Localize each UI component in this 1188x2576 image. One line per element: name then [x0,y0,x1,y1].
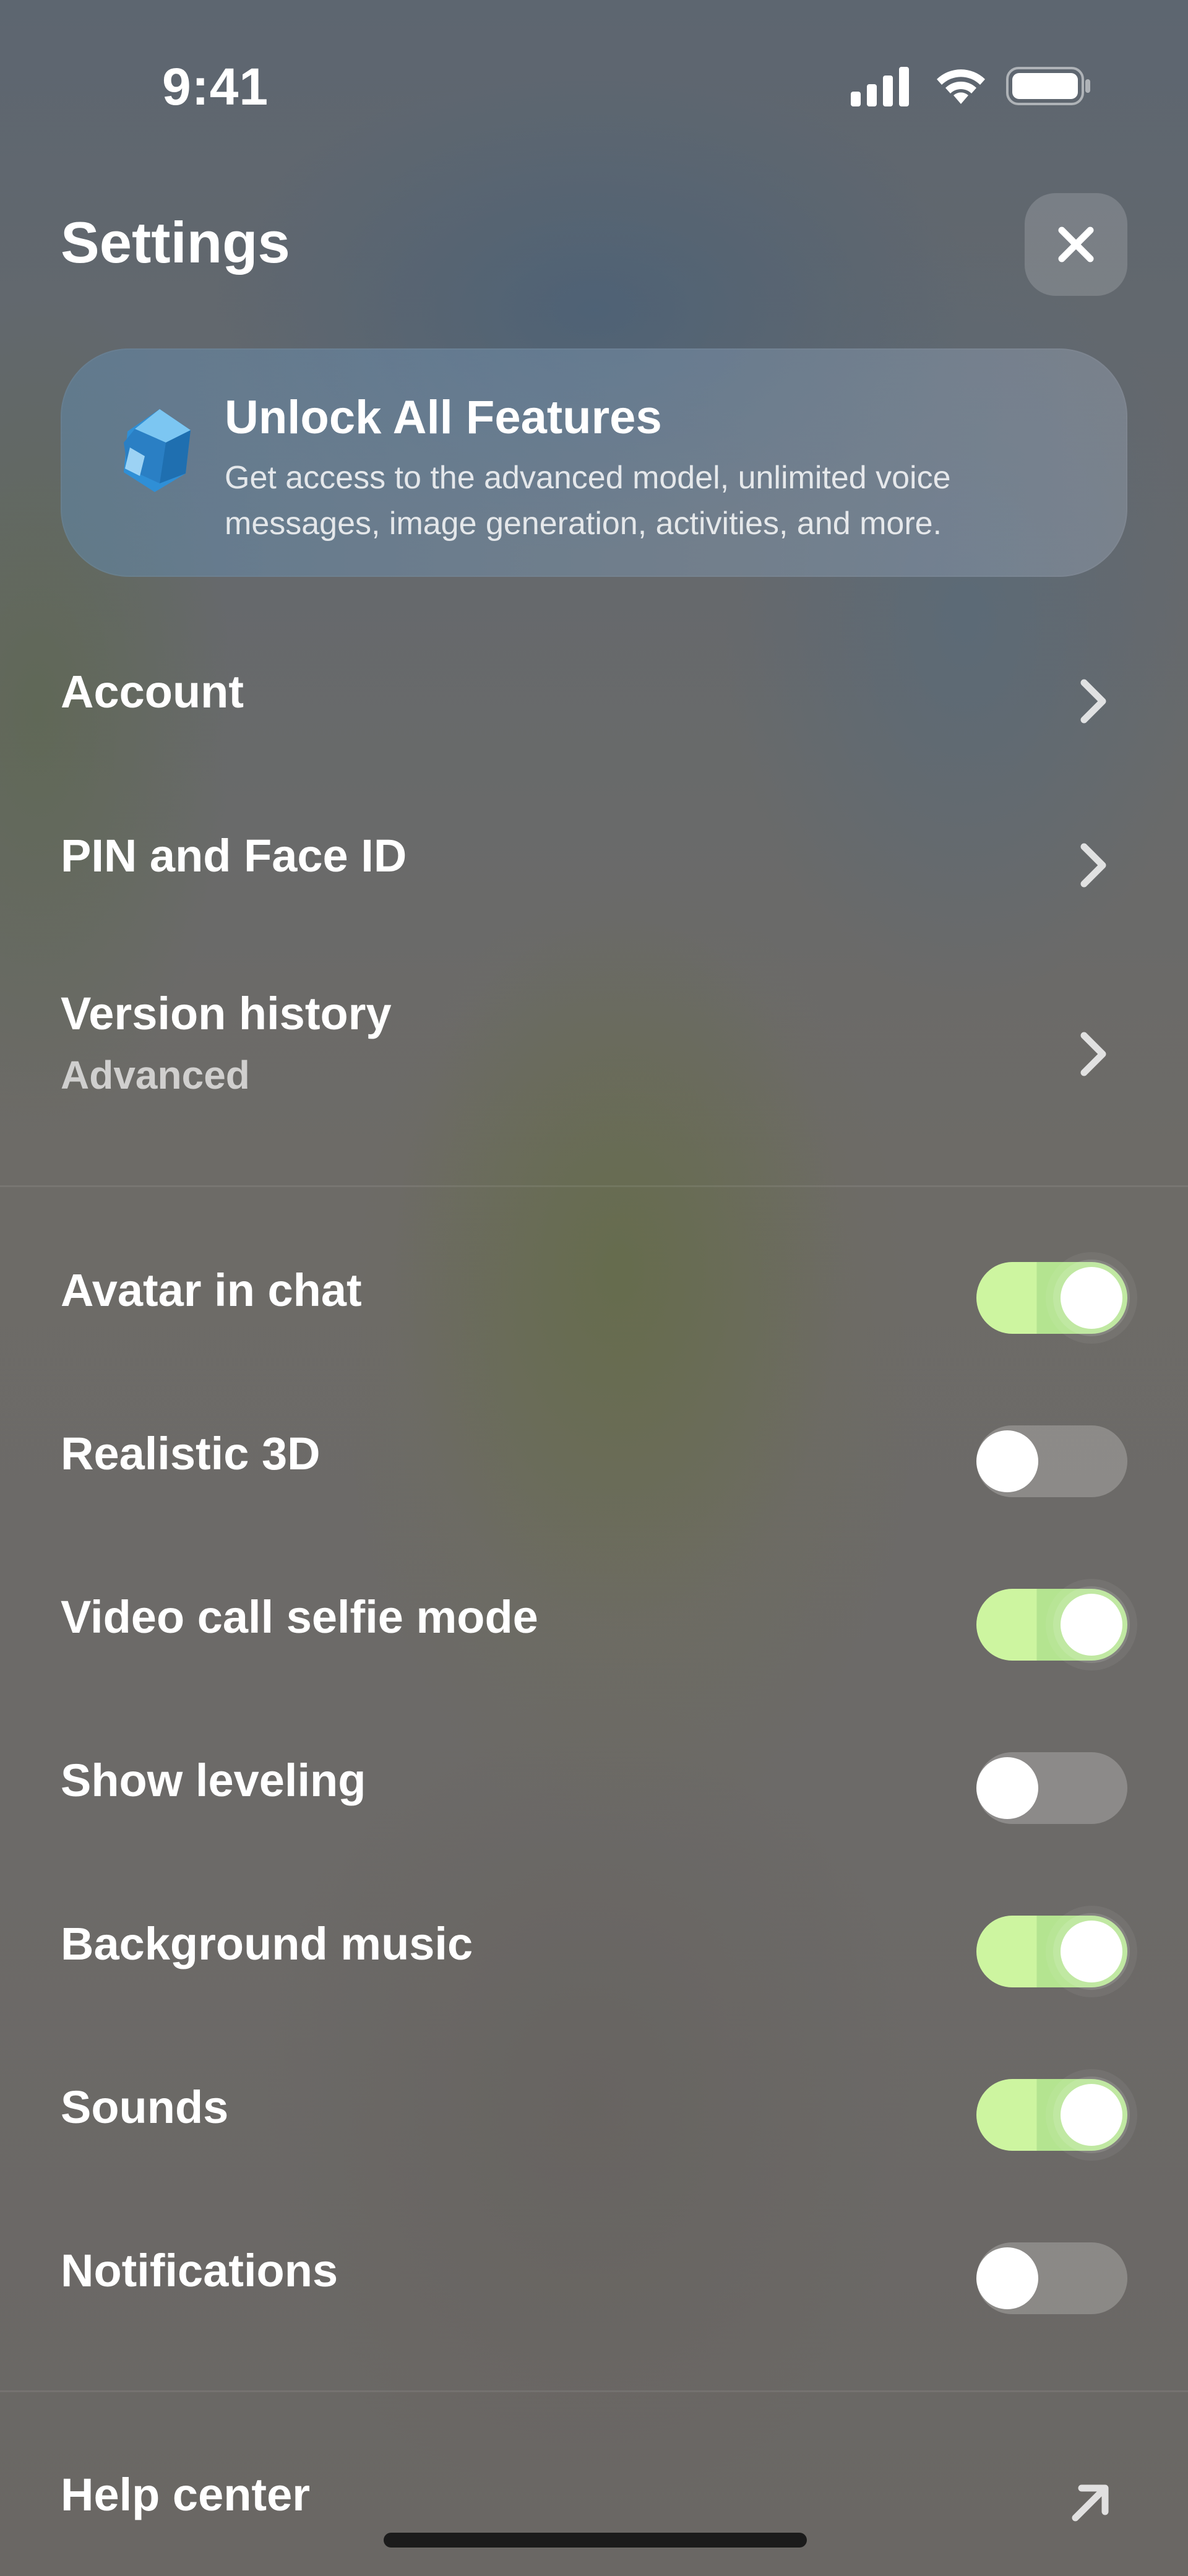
toggle-label: Sounds [61,2081,229,2133]
gem-icon [124,409,191,492]
nav-item-version-history[interactable]: Version history Advanced [0,975,1188,1111]
video-call-selfie-toggle[interactable] [976,1589,1127,1661]
nav-item-label: Account [61,666,244,717]
toggle-knob [1061,1267,1122,1329]
toggle-knob [976,1757,1038,1819]
chevron-right-icon [1080,1032,1106,1076]
toggle-knob [976,1430,1038,1492]
toggle-row-notifications: Notifications [0,2229,1188,2328]
status-bar: 9:41 [0,0,1188,155]
nav-item-sublabel: Advanced [61,1053,250,1097]
toggle-knob [1061,2084,1122,2146]
toggle-label: Background music [61,1918,473,1969]
toggle-row-video-call-selfie: Video call selfie mode [0,1575,1188,1674]
toggle-label: Show leveling [61,1755,366,1806]
toggle-label: Video call selfie mode [61,1591,538,1643]
toggle-knob [1061,1594,1122,1656]
unlock-features-card[interactable]: Unlock All Features Get access to the ad… [61,348,1127,577]
home-indicator [384,2533,807,2548]
background-music-toggle[interactable] [976,1916,1127,1987]
toggle-knob [976,2247,1038,2309]
sounds-toggle[interactable] [976,2079,1127,2151]
nav-item-account[interactable]: Account [0,653,1188,752]
nav-item-label: Version history [61,988,392,1039]
show-leveling-toggle[interactable] [976,1752,1127,1824]
toggle-row-sounds: Sounds [0,2065,1188,2164]
nav-item-label: PIN and Face ID [61,830,407,881]
avatar-in-chat-toggle[interactable] [976,1262,1127,1334]
arrow-up-right-icon [1072,2484,1109,2522]
toggle-row-show-leveling: Show leveling [0,1739,1188,1838]
promo-description: Get access to the advanced model, unlimi… [225,460,951,542]
chevron-right-icon [1080,679,1106,724]
chevron-right-icon [1080,843,1106,888]
help-center-link[interactable]: Help center [0,2451,1188,2544]
toggle-label: Avatar in chat [61,1264,362,1316]
settings-screen: 9:41 Settings Unlock All Features Get ac… [0,0,1188,2576]
help-center-label: Help center [61,2469,311,2520]
signal-icon [851,67,909,106]
toggle-knob [1061,1921,1122,1982]
toggle-row-realistic-3d: Realistic 3D [0,1412,1188,1511]
toggle-label: Notifications [61,2245,338,2296]
status-time: 9:41 [162,58,269,116]
wifi-icon [937,69,985,104]
toggle-row-background-music: Background music [0,1902,1188,2001]
nav-item-pin-face-id[interactable]: PIN and Face ID [0,817,1188,916]
status-icons [848,62,1095,111]
battery-icon [1006,67,1090,105]
toggle-row-avatar-in-chat: Avatar in chat [0,1248,1188,1347]
close-icon [1058,227,1094,262]
toggle-label: Realistic 3D [61,1428,321,1479]
realistic-3d-toggle[interactable] [976,1425,1127,1497]
section-divider [0,1185,1188,1187]
page-title: Settings [61,210,290,275]
promo-title: Unlock All Features [225,391,662,444]
close-button[interactable] [1025,193,1127,296]
notifications-toggle[interactable] [976,2242,1127,2314]
section-divider [0,2390,1188,2392]
